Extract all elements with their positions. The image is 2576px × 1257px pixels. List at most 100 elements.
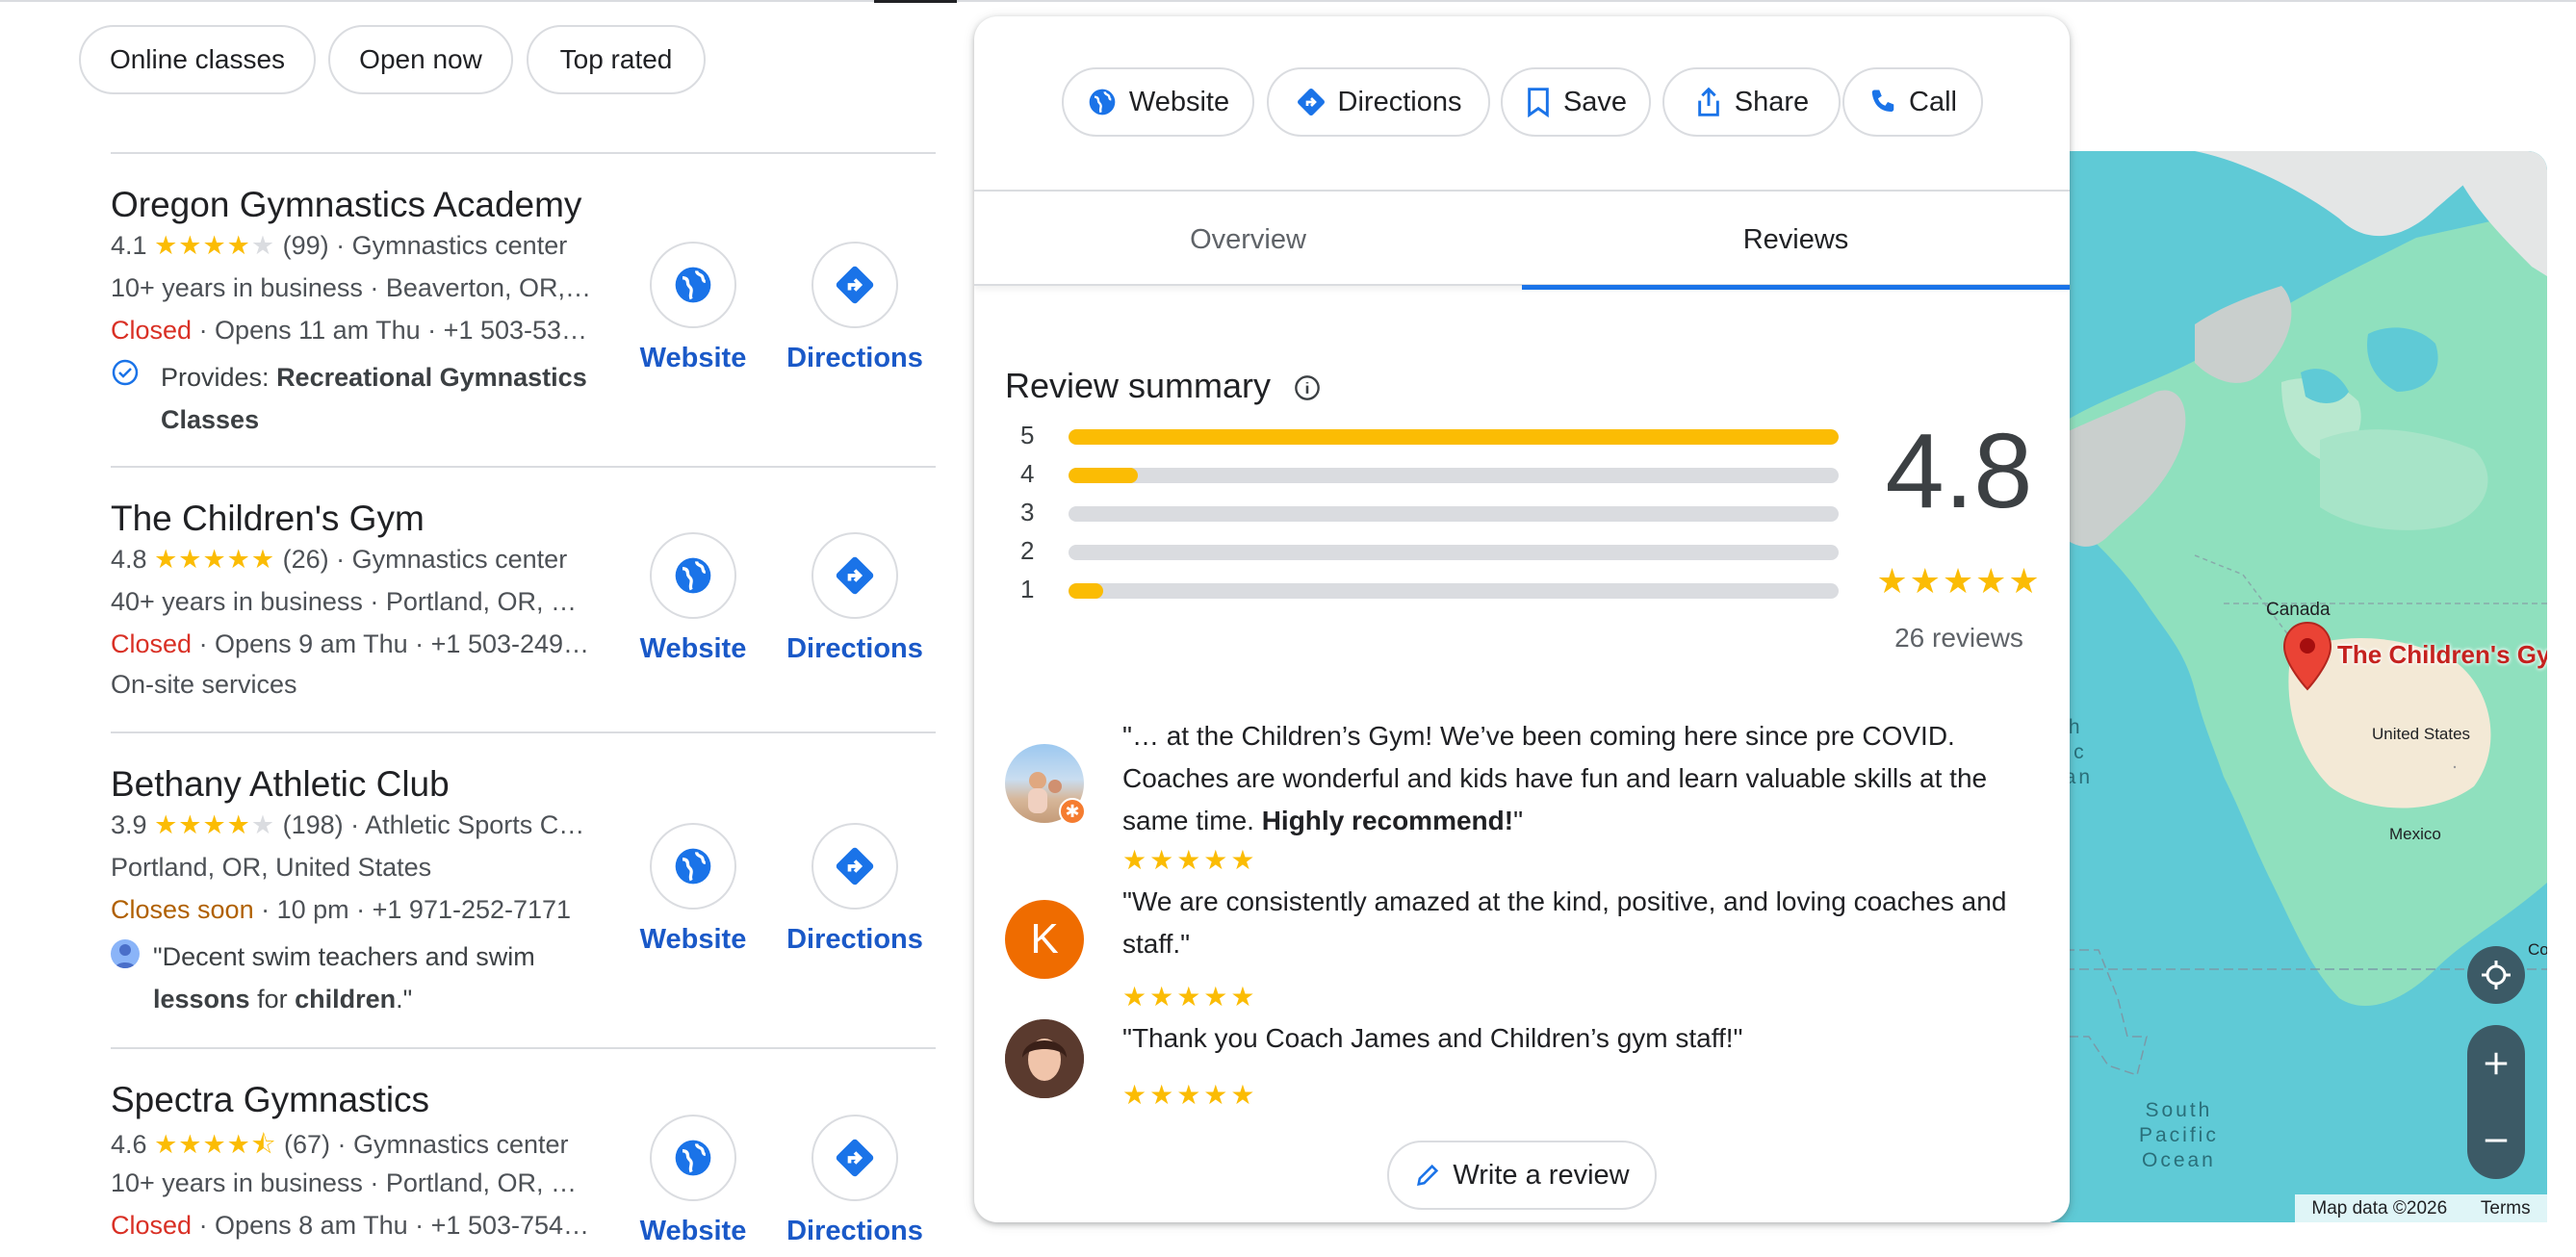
panel-tabs: Overview Reviews [974,190,2070,290]
result-name[interactable]: Oregon Gymnastics Academy [111,185,581,225]
rating-bar-row[interactable]: 2 [1020,536,1850,565]
status-closed: Closed [111,1211,193,1240]
result-details: 10+ years in business · Beaverton, OR,… [111,273,591,302]
result-website-button[interactable] [650,823,736,910]
map-label-edge: Co [2528,940,2547,959]
rating-bar-track [1069,506,1839,522]
place-panel: Website Directions Save Share Call Overv… [974,16,2070,1222]
panel-call-button[interactable]: Call [1842,67,1983,137]
result-website-button[interactable] [650,242,736,328]
result-services: On-site services [111,670,297,699]
result-details: 10+ years in business · Portland, OR, … [111,1168,577,1197]
result-item[interactable]: The Children's Gym 4.8 ★★★★★ (26) · Gymn… [111,466,936,733]
result-category: Gymnastics center [351,545,568,574]
map-pin-icon[interactable] [2281,621,2333,699]
phone-icon [1871,90,1894,112]
status-closed: Closed [111,629,193,658]
globe-icon [675,557,711,594]
result-details: 40+ years in business · Portland, OR, … [111,587,577,616]
result-rating-line: 4.1 ★★★★★ (99) · Gymnastics center [111,231,568,260]
local-guide-badge-icon: ✱ [1059,798,1086,825]
reviewer-avatar: K [1005,900,1084,979]
panel-directions-button[interactable]: Directions [1267,67,1490,137]
result-website-label[interactable]: Website [616,633,770,665]
review-text: "… at the Children’s Gym! We’ve been com… [1122,721,1988,835]
map-label-mexico: Mexico [2389,825,2441,843]
rating-bar-star-label: 4 [1020,459,1035,488]
result-directions-label[interactable]: Directions [768,924,941,956]
rating-bar-row[interactable]: 4 [1020,459,1850,488]
map-attribution: Map data ©2026 [2311,1198,2448,1219]
status-closed: Closed [111,316,193,345]
panel-share-button[interactable]: Share [1662,67,1841,137]
result-hours: Closed · Opens 8 am Thu · +1 503-754… [111,1211,590,1240]
result-website-button[interactable] [650,1115,736,1201]
globe-icon [675,848,711,885]
result-directions-button[interactable] [811,532,898,619]
rating-bar-track [1069,429,1839,445]
result-website-label[interactable]: Website [616,343,770,374]
filter-chip-open-now[interactable]: Open now [328,25,513,94]
directions-icon [836,847,874,885]
review-stars: ★★★★★ [1122,1080,1258,1110]
minus-icon [2485,1139,2508,1142]
result-directions-label[interactable]: Directions [768,343,941,374]
review-stars: ★★★★★ [1122,845,1258,875]
tab-overview[interactable]: Overview [974,192,1522,288]
result-item[interactable]: Bethany Athletic Club 3.9 ★★★★★ (198) · … [111,731,936,1049]
result-directions-button[interactable] [811,242,898,328]
map-footer: Map data ©2026 Terms [2295,1194,2547,1223]
panel-website-button[interactable]: Website [1062,67,1254,137]
pencil-icon [1417,1164,1439,1186]
directions-icon [836,266,874,304]
review-count: (26) [282,545,329,574]
zoom-in-button[interactable] [2467,1025,2525,1102]
my-location-button[interactable] [2467,946,2525,1004]
result-details: Portland, OR, United States [111,853,432,882]
filter-chip-online-classes[interactable]: Online classes [79,25,316,94]
rating-bar-track [1069,468,1839,483]
map-label-canada: Canada [2266,600,2331,620]
result-name[interactable]: Bethany Athletic Club [111,764,450,805]
result-directions-label[interactable]: Directions [768,1216,941,1247]
rating-bar-star-label: 2 [1020,536,1035,565]
result-name[interactable]: Spectra Gymnastics [111,1080,429,1120]
checkmark-icon [111,358,140,392]
result-website-label[interactable]: Website [616,924,770,956]
review-summary-title: Review summary [1005,366,1321,406]
result-rating-line: 4.8 ★★★★★ (26) · Gymnastics center [111,545,568,574]
globe-icon [1089,89,1116,115]
globe-icon [675,1140,711,1176]
result-directions-label[interactable]: Directions [768,633,941,665]
rating-bar-row[interactable]: 5 [1020,421,1850,449]
result-category: Gymnastics center [352,1130,569,1159]
zoom-out-button[interactable] [2467,1102,2525,1179]
result-item[interactable]: Oregon Gymnastics Academy 4.1 ★★★★★ (99)… [111,152,936,468]
rating-stars: ★★★★★ [154,810,276,839]
result-directions-button[interactable] [811,823,898,910]
panel-save-button[interactable]: Save [1501,67,1651,137]
total-review-count[interactable]: 26 reviews [1868,623,2050,654]
filter-chip-top-rated[interactable]: Top rated [527,25,706,94]
plus-icon [2485,1052,2508,1075]
result-category: Athletic Sports C… [365,810,585,839]
map-label-united-states: United States [2372,725,2471,743]
directions-icon [1297,89,1325,115]
result-website-label[interactable]: Website [616,1216,770,1247]
rating-bar-row[interactable]: 1 [1020,575,1850,603]
review-text: "Thank you Coach James and Children’s gy… [1122,1023,1743,1053]
map-terms-link[interactable]: Terms [2481,1198,2531,1219]
rating-bar-row[interactable]: 3 [1020,498,1850,526]
result-name[interactable]: The Children's Gym [111,499,425,539]
rating-stars: ★★★★⯪ [154,1130,277,1159]
globe-icon [675,267,711,303]
top-divider [0,0,2576,3]
result-website-button[interactable] [650,532,736,619]
info-icon[interactable] [1294,374,1321,401]
result-hours: Closes soon · 10 pm · +1 971-252-7171 [111,895,572,924]
map-pin-label[interactable]: The Children's Gym [2337,640,2547,670]
result-directions-button[interactable] [811,1115,898,1201]
bookmark-icon [1528,88,1549,117]
write-review-button[interactable]: Write a review [1387,1141,1657,1210]
tab-reviews[interactable]: Reviews [1522,192,2070,290]
